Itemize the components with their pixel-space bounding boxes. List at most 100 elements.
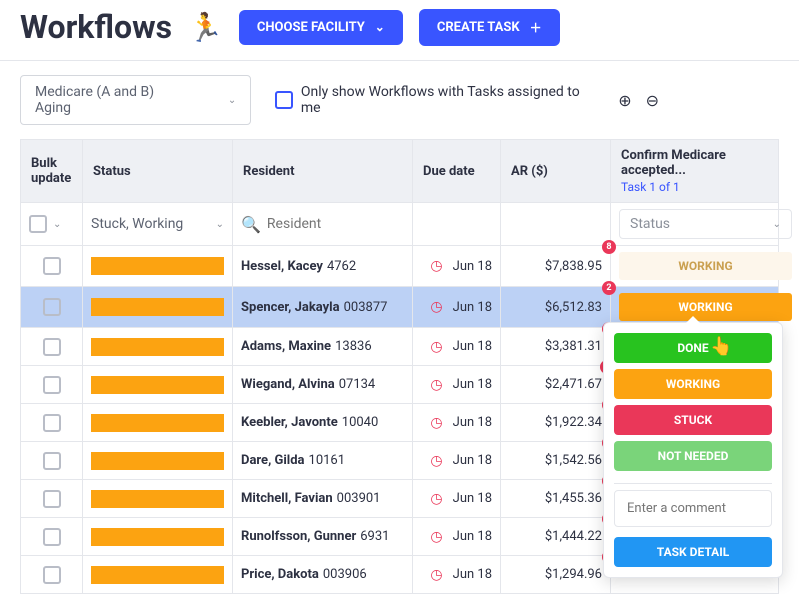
- workflow-select[interactable]: Medicare (A and B) Aging ⌄: [20, 75, 251, 125]
- running-emoji-icon: 🏃: [188, 11, 223, 44]
- done-button[interactable]: DONE: [614, 333, 772, 363]
- comment-input[interactable]: [614, 490, 772, 527]
- bulk-checkbox-cell: [21, 366, 83, 403]
- clock-icon: ◷: [430, 299, 442, 315]
- status-bar: [91, 490, 224, 508]
- col-due: Due date: [413, 140, 501, 202]
- stuck-button[interactable]: STUCK: [614, 405, 772, 435]
- row-checkbox[interactable]: [43, 257, 61, 275]
- bulk-checkbox-cell: [21, 442, 83, 479]
- ar-value: $2,471.67: [545, 377, 602, 392]
- row-checkbox[interactable]: [43, 376, 61, 394]
- row-checkbox[interactable]: [43, 414, 61, 432]
- status-bar: [91, 566, 224, 584]
- status-bar: [91, 414, 224, 432]
- ar-value: $7,838.95: [545, 259, 602, 274]
- resident-cell: Mitchell, Favian003901: [233, 480, 413, 517]
- clock-icon: ◷: [430, 453, 442, 469]
- col-confirm: Confirm Medicare accepted... Task 1 of 1: [611, 140, 799, 202]
- status-cell: [83, 328, 233, 365]
- task-detail-button[interactable]: TASK DETAIL: [614, 537, 772, 567]
- workflow-select-value: Medicare (A and B) Aging: [35, 84, 188, 116]
- zoom-out-icon[interactable]: ⊖: [646, 91, 659, 110]
- bulk-checkbox-cell: [21, 287, 83, 327]
- table-row[interactable]: Spencer, Jakayla003877◷Jun 18$6,512.832W…: [21, 286, 778, 327]
- resident-cell: Price, Dakota003906: [233, 556, 413, 593]
- resident-name: Wiegand, Alvina: [241, 377, 335, 392]
- confirm-status-select[interactable]: Status ⌄: [619, 209, 792, 239]
- ar-cell: $6,512.832: [501, 287, 611, 327]
- confirm-status-button[interactable]: WORKING: [619, 252, 792, 280]
- table-row[interactable]: Hessel, Kacey4762◷Jun 18$7,838.958WORKIN…: [21, 245, 778, 286]
- col-bulk: Bulk update: [21, 140, 83, 202]
- plus-icon: ＋: [530, 19, 542, 36]
- row-checkbox[interactable]: [43, 452, 61, 470]
- bulk-checkbox-cell: [21, 246, 83, 286]
- confirm-status-placeholder: Status: [630, 216, 670, 232]
- zoom-in-icon[interactable]: ⊕: [618, 91, 631, 110]
- resident-search-input[interactable]: [267, 216, 404, 232]
- status-bar: [91, 452, 224, 470]
- due-date: Jun 18: [453, 491, 492, 506]
- only-mine-label: Only show Workflows with Tasks assigned …: [301, 84, 594, 116]
- due-date: Jun 18: [453, 259, 492, 274]
- cursor-icon: 👆: [710, 336, 732, 357]
- clock-icon: ◷: [430, 415, 442, 431]
- due-cell: ◷Jun 18: [413, 404, 501, 441]
- bulk-checkbox-cell: [21, 404, 83, 441]
- resident-cell: Keebler, Javonte10040: [233, 404, 413, 441]
- popup-divider: [614, 483, 772, 484]
- ar-cell: $7,838.958: [501, 246, 611, 286]
- bulk-checkbox-cell: [21, 328, 83, 365]
- row-checkbox[interactable]: [43, 338, 61, 356]
- resident-cell: Adams, Maxine13836: [233, 328, 413, 365]
- row-checkbox[interactable]: [43, 566, 61, 584]
- status-cell: [83, 287, 233, 327]
- status-bar: [91, 528, 224, 546]
- status-bar: [91, 376, 224, 394]
- status-bar: [91, 298, 224, 316]
- clock-icon: ◷: [430, 377, 442, 393]
- row-checkbox[interactable]: [43, 528, 61, 546]
- resident-cell: Runolfsson, Gunner6931: [233, 518, 413, 555]
- resident-cell: Spencer, Jakayla003877: [233, 287, 413, 327]
- status-bar: [91, 257, 224, 275]
- status-filter[interactable]: Stuck, Working ⌄: [83, 203, 233, 245]
- choose-facility-button[interactable]: CHOOSE FACILITY ⌄: [239, 10, 403, 45]
- resident-name: Hessel, Kacey: [241, 259, 323, 274]
- bulk-select-all[interactable]: ⌄: [21, 203, 83, 245]
- resident-cell: Hessel, Kacey 4762: [233, 246, 413, 286]
- due-date: Jun 18: [453, 529, 492, 544]
- status-cell: [83, 404, 233, 441]
- confirm-status-button[interactable]: WORKING: [619, 293, 792, 321]
- chevron-down-icon: ⌄: [228, 95, 236, 106]
- due-date: Jun 18: [453, 453, 492, 468]
- working-button[interactable]: WORKING: [614, 369, 772, 399]
- due-cell: ◷Jun 18: [413, 480, 501, 517]
- row-checkbox[interactable]: [43, 298, 61, 316]
- resident-cell: Dare, Gilda10161: [233, 442, 413, 479]
- confirm-cell: WORKING: [611, 246, 799, 286]
- not-needed-button[interactable]: NOT NEEDED: [614, 441, 772, 471]
- status-cell: [83, 246, 233, 286]
- due-cell: ◷Jun 18: [413, 556, 501, 593]
- resident-search[interactable]: 🔍: [233, 203, 413, 245]
- page-title: Workflows: [20, 8, 172, 46]
- ar-value: $1,444.22: [545, 529, 602, 544]
- resident-name: Dare, Gilda: [241, 453, 305, 468]
- status-cell: [83, 366, 233, 403]
- resident-id: 4762: [327, 259, 356, 274]
- only-mine-checkbox[interactable]: Only show Workflows with Tasks assigned …: [275, 84, 594, 116]
- resident-name: Mitchell, Favian: [241, 491, 333, 506]
- bulk-checkbox-cell: [21, 556, 83, 593]
- create-task-button[interactable]: CREATE TASK ＋: [419, 9, 560, 46]
- choose-facility-label: CHOOSE FACILITY: [257, 20, 365, 35]
- due-date: Jun 18: [453, 300, 492, 315]
- status-cell: [83, 556, 233, 593]
- resident-id: 10040: [342, 415, 379, 430]
- status-cell: [83, 442, 233, 479]
- resident-name: Spencer, Jakayla: [241, 300, 340, 315]
- col-resident: Resident: [233, 140, 413, 202]
- row-checkbox[interactable]: [43, 490, 61, 508]
- ar-value: $1,455.36: [545, 491, 602, 506]
